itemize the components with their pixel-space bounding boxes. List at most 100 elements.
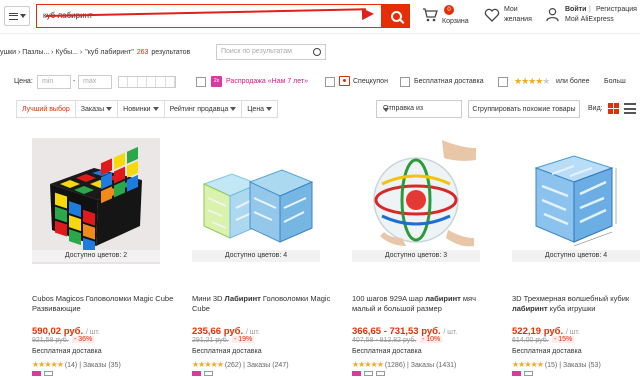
more-filters-link[interactable]: Больш <box>604 78 626 85</box>
product-card[interactable]: Доступно цветов: 4 3D Трехмерная волшебн… <box>512 138 640 377</box>
account-area: Войти | Регистрация Мой AliExpress <box>545 4 640 30</box>
product-title[interactable]: Cubos Magicos Головоломки Magic Cube Раз… <box>32 294 174 314</box>
price-unit: / шт. <box>443 329 458 336</box>
price-unit: / шт. <box>245 329 260 336</box>
my-aliexpress-link[interactable]: Мой AliExpress <box>565 16 614 23</box>
sort-seller-rating[interactable]: Рейтинг продавца <box>165 101 243 117</box>
review-count[interactable]: (14) <box>65 362 77 369</box>
chevron-down-icon <box>106 107 113 111</box>
user-icon <box>546 7 559 22</box>
sale-badge: 2x <box>211 76 222 87</box>
product-image[interactable] <box>32 138 160 264</box>
rating-row: ★★★★★ (15) | Заказы (53) <box>512 360 601 369</box>
review-count[interactable]: (15) <box>545 362 557 369</box>
price-min-input[interactable]: min <box>37 75 71 89</box>
cart-link[interactable]: 0 Корзина <box>422 4 478 30</box>
price-dash: - <box>73 78 76 85</box>
old-price: 921,58 руб. <box>32 337 69 344</box>
rating-checkbox[interactable] <box>498 77 508 87</box>
register-link[interactable]: Регистрация <box>596 6 637 13</box>
discount-badge: - 19% <box>232 336 255 343</box>
title-keyword: Лабиринт <box>224 294 261 303</box>
login-link[interactable]: Войти <box>565 6 586 13</box>
rating-stars-gold: ★★★★ <box>514 76 543 86</box>
group-similar-button[interactable]: Сгруппировать похожие товары <box>468 100 580 118</box>
promo-tag <box>512 371 521 376</box>
product-card[interactable]: Доступно цветов: 3 100 шагов 929A шар ла… <box>352 138 502 377</box>
coupon-filter-label[interactable]: Спецкупон <box>353 78 388 85</box>
rating-stars: ★★★★★ <box>514 76 550 87</box>
free-shipping-checkbox[interactable] <box>400 77 410 87</box>
results-word: результатов <box>151 48 191 56</box>
rubiks-cube-image <box>32 138 160 254</box>
title-keyword: лабиринт <box>512 304 548 313</box>
star-icons: ★★★★★ <box>352 360 384 369</box>
sale-checkbox[interactable] <box>196 77 206 87</box>
promo-tag <box>192 371 201 376</box>
available-colors: Доступно цветов: 4 <box>192 250 320 262</box>
sort-orders[interactable]: Заказы <box>76 101 119 117</box>
product-image[interactable] <box>192 138 320 264</box>
order-count: Заказы (53) <box>562 362 601 369</box>
coupon-checkbox[interactable] <box>325 77 335 87</box>
search-in-results-input[interactable]: Поиск по результатам <box>216 44 326 60</box>
review-count[interactable]: (262) <box>225 362 241 369</box>
star-icons: ★★★★★ <box>32 360 64 369</box>
price-min-placeholder: min <box>42 78 54 85</box>
free-shipping: Бесплатная доставка <box>352 348 422 355</box>
sort-bar: Лучший выбор Заказы Новинки Рейтинг прод… <box>16 100 279 118</box>
product-image[interactable] <box>512 138 640 264</box>
product-card[interactable]: Доступно цветов: 2 Cubos Magicos Головол… <box>32 138 182 377</box>
category-menu-button[interactable] <box>4 6 30 26</box>
promo-tag <box>524 371 533 376</box>
review-count[interactable]: (1286) <box>385 362 405 369</box>
promo-tag <box>364 371 373 376</box>
cart-count-badge: 0 <box>444 5 454 15</box>
sale-filter-label[interactable]: Распродажа «Нам 7 лет» <box>226 78 308 85</box>
title-text: Мини 3D <box>192 294 225 303</box>
order-count: Заказы (1431) <box>410 362 457 369</box>
free-shipping: Бесплатная доставка <box>192 348 262 355</box>
product-title[interactable]: 100 шагов 929A шар лабиринт мяч малый и … <box>352 294 494 314</box>
chevron-down-icon <box>152 107 159 111</box>
free-shipping: Бесплатная доставка <box>32 348 102 355</box>
rating-row: ★★★★★ (14) | Заказы (35) <box>32 360 121 369</box>
free-shipping-filter-label[interactable]: Бесплатная доставка <box>414 78 484 85</box>
wishlist-label-line1: Мои <box>504 6 518 13</box>
discount-badge: - 36% <box>72 336 95 343</box>
product-title[interactable]: 3D Трехмерная волшебный кубик лабиринт к… <box>512 294 640 314</box>
list-view-icon[interactable] <box>624 103 636 114</box>
available-colors: Доступно цветов: 4 <box>512 250 640 262</box>
rating-row: ★★★★★ (1286) | Заказы (1431) <box>352 360 457 369</box>
promo-tags <box>352 371 385 376</box>
search-icon[interactable] <box>313 48 321 56</box>
ship-from-select[interactable]: Отправка из <box>376 100 462 118</box>
filter-row: Цена: min - max 2x Распродажа «Нам 7 лет… <box>0 74 640 92</box>
maze-ball-image <box>352 138 480 250</box>
old-price: 291,21 руб. <box>192 337 229 344</box>
chevron-down-icon <box>19 14 26 18</box>
rating-star-gray: ★ <box>542 76 550 86</box>
annotation-arrow-head <box>361 7 375 21</box>
chevron-down-icon <box>266 107 273 111</box>
sort-price[interactable]: Цена <box>242 101 277 117</box>
price-max-input[interactable]: max <box>78 75 112 89</box>
product-card[interactable]: Доступно цветов: 4 Мини 3D Лабиринт Голо… <box>192 138 342 377</box>
breadcrumb-path[interactable]: ушки › Пазлы... › Кубы... › <box>0 49 82 56</box>
result-count: 263 <box>136 48 149 56</box>
old-price: 614,00 руб. <box>512 337 549 344</box>
sort-best-match[interactable]: Лучший выбор <box>17 101 76 117</box>
rating-or-more-label[interactable]: или более <box>556 78 589 85</box>
grid-view-icon[interactable] <box>608 103 619 114</box>
product-title[interactable]: Мини 3D Лабиринт Головоломки Magic Cube <box>192 294 334 314</box>
order-count: Заказы (35) <box>82 362 121 369</box>
price-histogram[interactable] <box>118 76 176 88</box>
product-image[interactable] <box>352 138 480 264</box>
wishlist-link[interactable]: Мои желания <box>484 4 540 30</box>
sort-orders-label: Заказы <box>80 105 105 113</box>
promo-tag <box>44 371 53 376</box>
search-button[interactable] <box>382 4 410 28</box>
sort-newest[interactable]: Новинки <box>118 101 165 117</box>
star-icons: ★★★★★ <box>512 360 544 369</box>
promo-tag <box>32 371 41 376</box>
